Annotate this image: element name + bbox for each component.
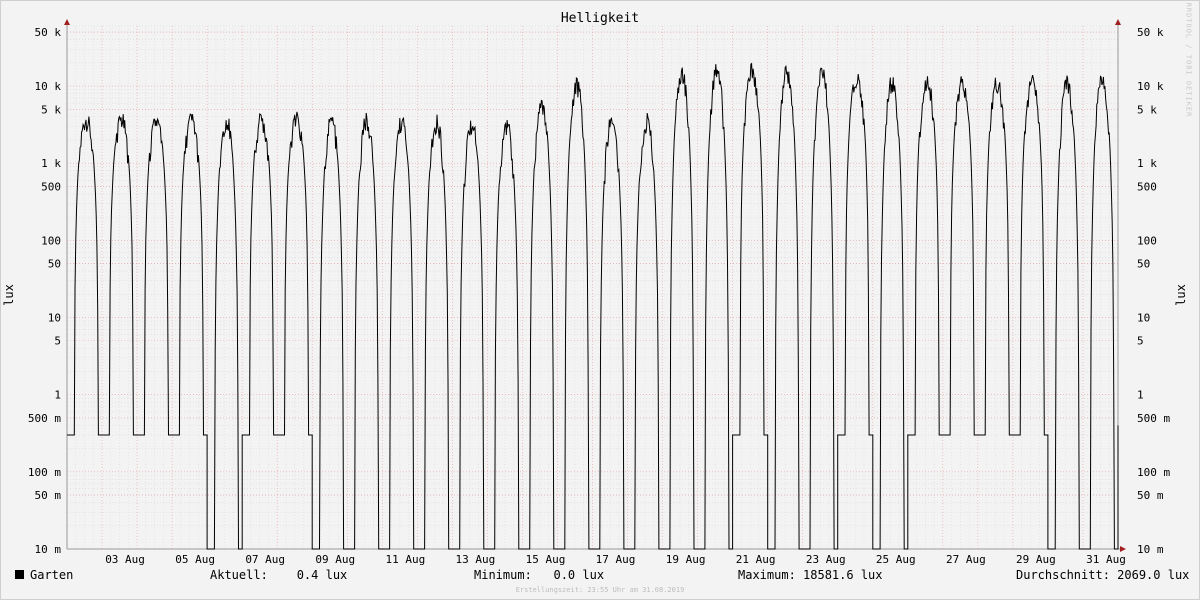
x-tick-label: 21 Aug — [736, 553, 776, 566]
y-tick-label-left: 1 k — [41, 157, 61, 170]
y-tick-label-left: 50 k — [35, 26, 62, 39]
y-tick-label-right: 100 — [1137, 234, 1157, 247]
y-tick-label-right: 500 m — [1137, 412, 1170, 425]
stat-durchschnitt-value: 2069.0 lux — [1117, 568, 1190, 582]
y-tick-label-left: 1 — [54, 389, 61, 402]
x-tick-label: 31 Aug — [1086, 553, 1126, 566]
y-tick-label-right: 5 — [1137, 335, 1144, 348]
y-tick-label-left: 500 m — [28, 412, 61, 425]
x-tick-label: 19 Aug — [666, 553, 706, 566]
legend-swatch — [15, 570, 24, 579]
y-tick-label-right: 1 — [1137, 389, 1144, 402]
stat-aktuell: Aktuell: 0.4 lux — [210, 568, 347, 582]
y-tick-label-right: 5 k — [1137, 103, 1157, 116]
x-tick-label: 23 Aug — [806, 553, 846, 566]
stat-minimum-label: Minimum: — [474, 568, 532, 582]
y-tick-label-right: 10 — [1137, 312, 1150, 325]
x-tick-label: 13 Aug — [456, 553, 496, 566]
x-tick-label: 25 Aug — [876, 553, 916, 566]
x-tick-label: 15 Aug — [526, 553, 566, 566]
y-tick-label-left: 5 k — [41, 103, 61, 116]
y-tick-label-left: 5 — [54, 335, 61, 348]
y-tick-label-right: 1 k — [1137, 157, 1157, 170]
y-tick-label-right: 50 — [1137, 258, 1150, 271]
y-axis-arrow-right — [1115, 19, 1121, 25]
y-tick-label-right: 50 m — [1137, 489, 1164, 502]
y-tick-label-left: 100 — [41, 234, 61, 247]
x-tick-label: 29 Aug — [1016, 553, 1056, 566]
stat-durchschnitt: Durchschnitt: 2069.0 lux — [1016, 568, 1189, 582]
y-tick-label-right: 500 — [1137, 180, 1157, 193]
stat-durchschnitt-label: Durchschnitt: — [1016, 568, 1110, 582]
y-tick-label-right: 100 m — [1137, 466, 1170, 479]
y-tick-label-left: 10 — [48, 312, 61, 325]
y-axis-arrow-left — [64, 19, 70, 25]
y-tick-label-left: 10 m — [35, 543, 62, 556]
y-tick-label-left: 100 m — [28, 466, 61, 479]
stat-aktuell-value: 0.4 lux — [296, 568, 348, 582]
chart-svg: 50 k 50 k10 k 10 k5 k5 k1 k1 k500 500100 100… — [28, 19, 1170, 566]
x-tick-label: 11 Aug — [385, 553, 425, 566]
y-tick-label-left: 50 — [48, 258, 61, 271]
x-tick-label: 07 Aug — [245, 553, 285, 566]
stat-minimum-value: 0.0 lux — [553, 568, 605, 582]
x-tick-label: 03 Aug — [105, 553, 145, 566]
y-tick-label-right: 50 k — [1137, 26, 1164, 39]
stat-minimum: Minimum: 0.0 lux — [474, 568, 604, 582]
x-tick-label: 27 Aug — [946, 553, 986, 566]
legend-row: Garten Aktuell: 0.4 lux Minimum: 0.0 lux… — [0, 568, 1200, 584]
y-tick-label-left: 10 k — [35, 80, 62, 93]
y-tick-label-left: 500 — [41, 180, 61, 193]
footer-timestamp: Erstellungszeit: 23:55 Uhr am 31.08.2019 — [515, 586, 685, 594]
x-tick-label: 17 Aug — [596, 553, 636, 566]
stat-maximum-value: 18581.6 lux — [803, 568, 883, 582]
stat-aktuell-label: Aktuell: — [210, 568, 268, 582]
y-tick-label-right: 10 k — [1137, 80, 1164, 93]
x-tick-label: 05 Aug — [175, 553, 215, 566]
y-tick-label-left: 50 m — [35, 489, 62, 502]
x-tick-label: 09 Aug — [315, 553, 355, 566]
x-axis-arrow — [1120, 546, 1126, 552]
y-tick-label-right: 10 m — [1137, 543, 1164, 556]
stat-maximum: Maximum: 18581.6 lux — [738, 568, 883, 582]
stat-maximum-label: Maximum: — [738, 568, 796, 582]
legend-series-name: Garten — [30, 568, 74, 582]
